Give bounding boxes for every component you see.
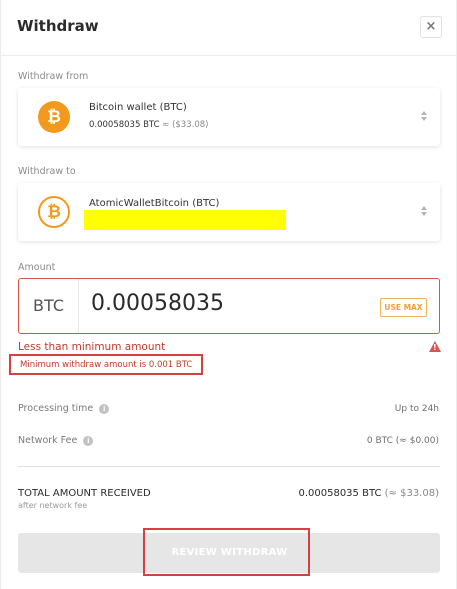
close-icon: × bbox=[425, 19, 437, 34]
from-wallet-name: Bitcoin wallet (BTC) bbox=[89, 102, 187, 113]
minimum-note-box: Minimum withdraw amount is 0.001 BTC bbox=[9, 354, 203, 375]
amount-input[interactable]: 0.00058035 bbox=[91, 291, 224, 316]
bitcoin-icon: ₿ bbox=[38, 101, 70, 133]
withdraw-from-label: Withdraw from bbox=[18, 71, 89, 82]
total-btc: 0.00058035 BTC bbox=[298, 488, 382, 499]
from-balance-fiat: ≈ ($33.08) bbox=[162, 120, 209, 130]
processing-time-row: Processing time i bbox=[18, 403, 110, 414]
withdraw-dialog: Withdraw × Withdraw from ₿ Bitcoin walle… bbox=[0, 0, 457, 589]
amount-error-text: Less than minimum amount bbox=[18, 341, 166, 353]
close-button[interactable]: × bbox=[420, 16, 442, 38]
total-amount-sublabel: after network fee bbox=[18, 501, 88, 510]
total-amount-label: TOTAL AMOUNT RECEIVED bbox=[18, 488, 151, 499]
total-amount-value: 0.00058035 BTC (≈ $33.08) bbox=[298, 488, 439, 499]
bitcoin-outline-icon: ₿ bbox=[38, 196, 70, 228]
info-icon[interactable]: i bbox=[99, 403, 110, 414]
withdraw-to-label: Withdraw to bbox=[18, 166, 76, 177]
dialog-title: Withdraw bbox=[17, 17, 99, 35]
use-max-button[interactable]: USE MAX bbox=[380, 298, 427, 317]
address-redaction-highlight bbox=[84, 210, 286, 230]
processing-time-label: Processing time bbox=[18, 403, 94, 414]
from-wallet-balance: 0.00058035 BTC ≈ ($33.08) bbox=[89, 120, 208, 130]
total-fiat: (≈ $33.08) bbox=[384, 488, 439, 499]
warning-icon: ! bbox=[429, 341, 441, 352]
info-icon[interactable]: i bbox=[83, 435, 94, 446]
dialog-header: Withdraw × bbox=[1, 0, 457, 56]
sort-arrows-icon bbox=[420, 206, 428, 218]
network-fee-value: 0 BTC (≈ $0.00) bbox=[366, 436, 439, 446]
from-balance-btc: 0.00058035 BTC bbox=[89, 120, 160, 130]
minimum-note-text: Minimum withdraw amount is 0.001 BTC bbox=[20, 360, 193, 370]
network-fee-label: Network Fee bbox=[18, 435, 78, 446]
review-button-annotation-box bbox=[143, 528, 310, 576]
amount-input-group: BTC 0.00058035 USE MAX bbox=[18, 278, 440, 334]
sort-arrows-icon bbox=[420, 111, 428, 123]
divider bbox=[18, 466, 440, 467]
processing-time-value: Up to 24h bbox=[394, 404, 439, 414]
withdraw-from-select[interactable]: ₿ Bitcoin wallet (BTC) 0.00058035 BTC ≈ … bbox=[18, 88, 440, 146]
amount-label: Amount bbox=[18, 262, 56, 273]
network-fee-row: Network Fee i bbox=[18, 435, 94, 446]
to-wallet-name: AtomicWalletBitcoin (BTC) bbox=[89, 198, 220, 209]
amount-unit: BTC bbox=[19, 279, 79, 333]
